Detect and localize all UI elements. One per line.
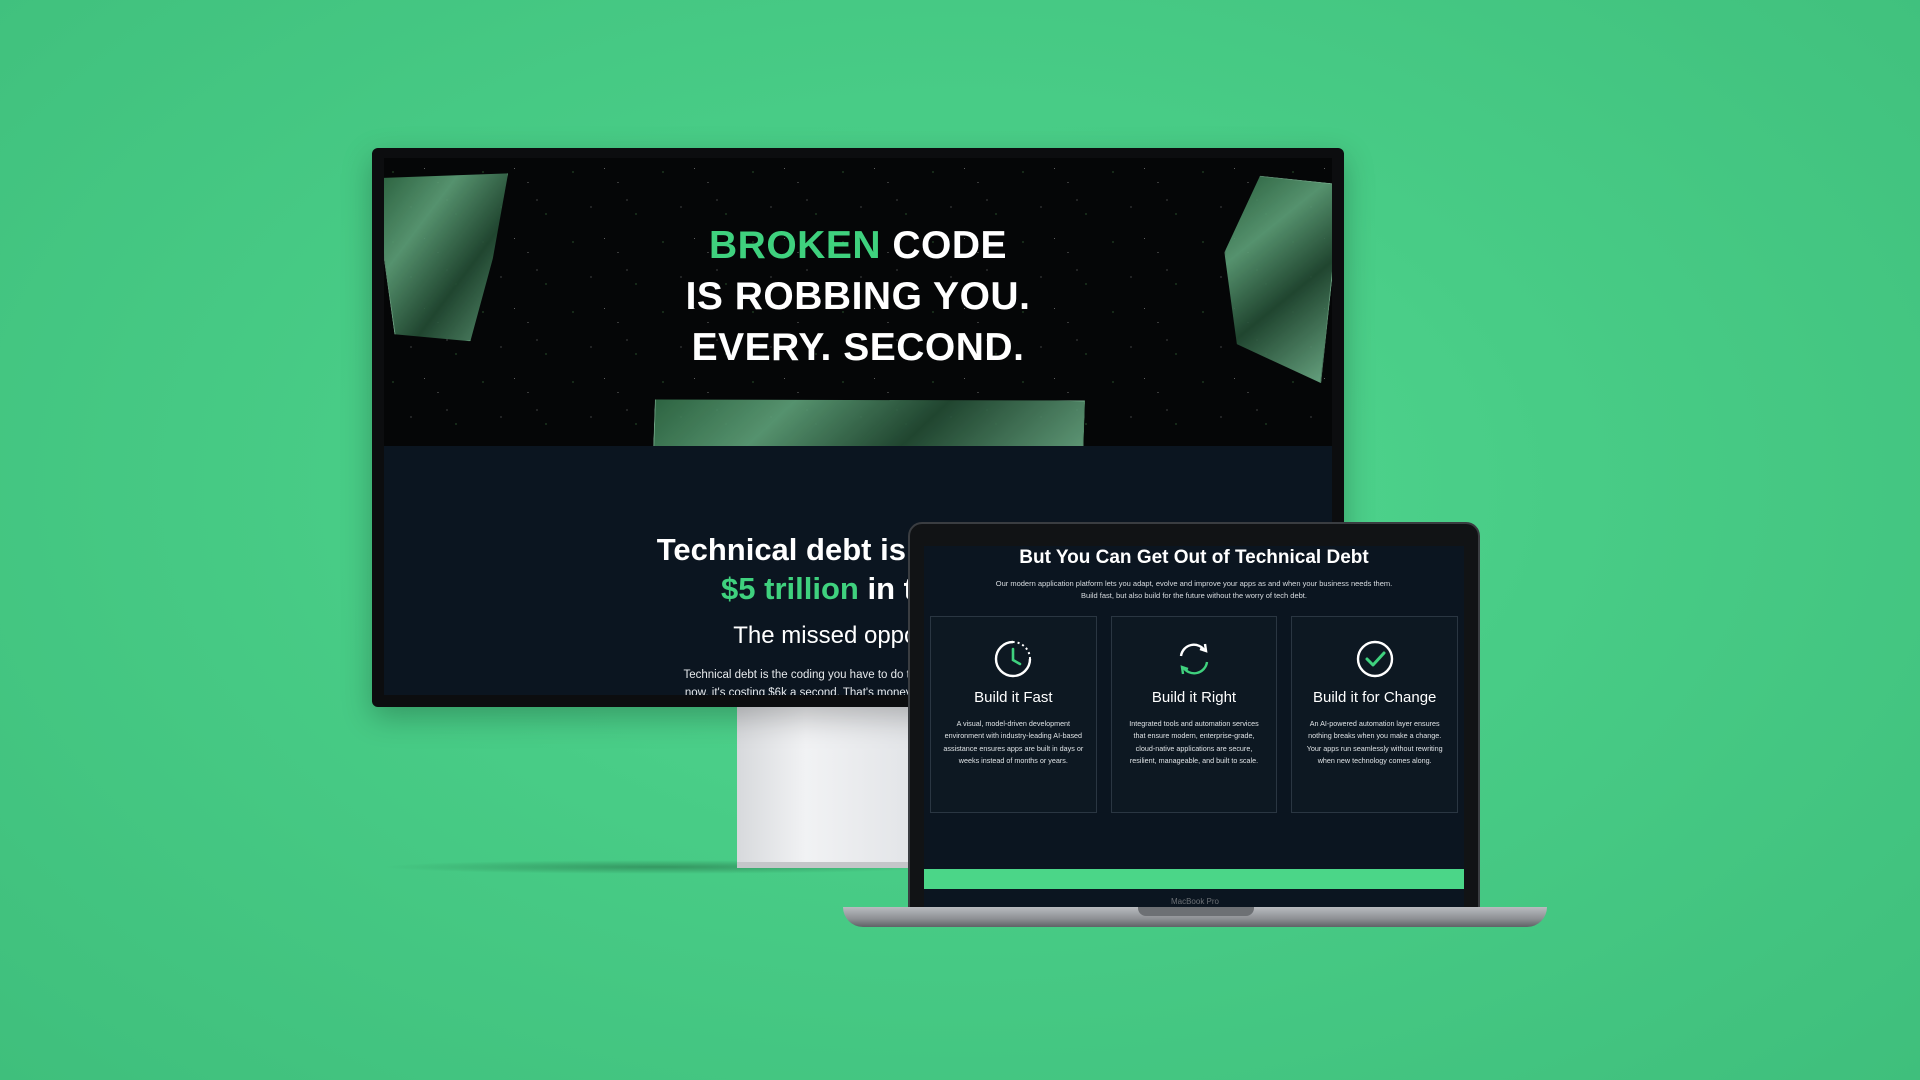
laptop-screen: But You Can Get Out of Technical Debt Ou… <box>924 546 1464 909</box>
hero-title-line2: IS ROBBING YOU. <box>685 275 1031 318</box>
hero-title: BROKEN CODE IS ROBBING YOU. EVERY. SECON… <box>384 220 1332 373</box>
laptop-notch <box>1138 907 1254 916</box>
refresh-icon <box>1179 643 1209 675</box>
laptop-brand-label: MacBook Pro <box>1170 897 1220 906</box>
check-circle-icon <box>1356 640 1393 678</box>
hero-banner: BROKEN CODE IS ROBBING YOU. EVERY. SECON… <box>384 158 1332 446</box>
laptop-page-title: But You Can Get Out of Technical Debt <box>1019 547 1369 568</box>
hero-title-line1: CODE <box>881 224 1008 267</box>
clock-icon <box>995 640 1032 678</box>
feature-cards: Build it Fast A visual, model-driven dev… <box>924 616 1464 813</box>
monitor-stand <box>737 706 909 868</box>
card-text: A visual, model-driven development envir… <box>943 719 1084 765</box>
hero-title-accent: BROKEN <box>708 224 881 267</box>
dollar-bill-image <box>653 386 1085 446</box>
feature-card-right: Build it Right Integrated tools and auto… <box>1110 616 1278 813</box>
description-line2: Build fast, but also build for the futur… <box>1081 591 1307 600</box>
laptop: But You Can Get Out of Technical Debt Ou… <box>908 522 1480 911</box>
green-footer-bar <box>924 869 1464 889</box>
laptop-page-description: Our modern application platform lets you… <box>974 578 1414 602</box>
feature-card-fast: Build it Fast A visual, model-driven dev… <box>930 616 1097 813</box>
description-line1: Our modern application platform lets you… <box>995 579 1393 588</box>
card-text: Integrated tools and automation services… <box>1129 719 1259 765</box>
card-title: Build it for Change <box>1312 689 1437 706</box>
card-text: An AI-powered automation layer ensures n… <box>1306 719 1443 765</box>
feature-card-change: Build it for Change An AI-powered automa… <box>1291 616 1459 813</box>
debt-amount: $5 trillion <box>721 571 859 606</box>
hero-title-line3: EVERY. SECOND. <box>691 326 1025 369</box>
card-title: Build it Fast <box>974 689 1053 706</box>
card-title: Build it Right <box>1151 689 1237 706</box>
